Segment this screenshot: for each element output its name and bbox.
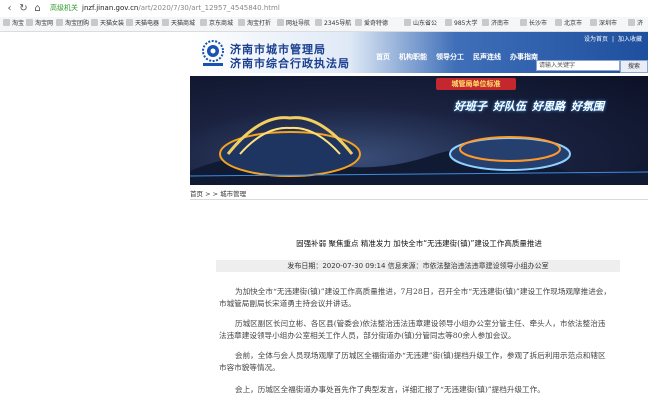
- banner-ribbon: 城管局单位标准: [436, 78, 516, 90]
- page-icon: [555, 19, 562, 26]
- page-icon: [404, 19, 411, 26]
- bookmark-item[interactable]: 天猫电器: [126, 19, 159, 29]
- bookmark-item[interactable]: 北京市: [555, 19, 582, 29]
- bookmark-item[interactable]: 爱奇特德: [355, 19, 388, 29]
- page-icon: [56, 19, 63, 26]
- page-icon: [238, 19, 245, 26]
- web-page: 济南市城市管理局 济南市综合行政执法局 设为首页 | 加入收藏 首页 机构职能 领导分工…: [190, 32, 648, 416]
- bookmark-item[interactable]: 深圳市: [590, 19, 617, 29]
- bookmark-item[interactable]: 天猫商城: [162, 19, 195, 29]
- page-icon: [315, 19, 322, 26]
- bookmark-item[interactable]: 淘宝团购: [56, 19, 89, 29]
- page-icon: [126, 19, 133, 26]
- bookmark-item[interactable]: 济南市: [482, 19, 509, 29]
- add-favorite-link[interactable]: 加入收藏: [618, 36, 642, 43]
- nav-service-guide[interactable]: 办事指南: [510, 53, 538, 61]
- slogan-item: 好氛围: [571, 100, 604, 113]
- page-icon: [200, 19, 207, 26]
- page-icon: [162, 19, 169, 26]
- top-links: 设为首页 | 加入收藏: [583, 36, 642, 43]
- refresh-icon[interactable]: ↻: [18, 3, 29, 14]
- bookmark-item[interactable]: 淘宝: [3, 19, 24, 29]
- page-icon: [91, 19, 98, 26]
- nav-leaders[interactable]: 领导分工: [436, 53, 464, 61]
- article-paragraph: 会上，历城区全福街道办事处首先作了典型发言，详细汇报了“无违建街(镇)”提档升级…: [235, 385, 545, 394]
- bookmarks-bar: 淘宝 淘宝网 淘宝团购 天猫女装 天猫电器 天猫商城 京东商城 淘宝打折 网址导…: [0, 17, 648, 32]
- page-margin: [0, 32, 190, 416]
- url-path: /art/2020/7/30/art_12957_4545840.html: [138, 4, 280, 12]
- main-nav: 首页 机构职能 领导分工 民声连线 办事指南: [376, 52, 547, 62]
- security-badge: 高级机关: [50, 4, 78, 12]
- page-icon: [628, 19, 635, 26]
- city-emblem-icon: [202, 40, 224, 66]
- article-paragraph: 历城区副区长闫立彬、各区县(管委会)依法整治违法违章建设领导小组办公室分管主任、…: [219, 319, 606, 340]
- banner-slogans: 好班子 好队伍 好思路 好氛围: [454, 98, 610, 114]
- bookmark-item[interactable]: 京东商城: [200, 19, 233, 29]
- search-button[interactable]: 搜索: [620, 60, 648, 73]
- url-field[interactable]: 高级机关 jnzf.jinan.gov.cn/art/2020/7/30/art_…: [50, 3, 280, 14]
- article-meta: 发布日期：2020-07-30 09:14 信息来源：市依法整治违法违章建设领导…: [216, 260, 620, 272]
- bookmark-item[interactable]: 2345导航: [315, 19, 351, 29]
- set-homepage-link[interactable]: 设为首页: [584, 36, 608, 43]
- bookmark-item[interactable]: 山东省公: [404, 19, 437, 29]
- page-icon: [26, 19, 33, 26]
- article-paragraph: 会前，全体与会人员现场观摩了历城区全福街道办“无违建”街(镇)提档升级工作，参观…: [219, 351, 606, 372]
- bookmark-item[interactable]: 长沙市: [520, 19, 547, 29]
- hero-banner: 城管局单位标准 好班子 好队伍 好思路 好氛围: [190, 76, 648, 185]
- page-icon: [482, 19, 489, 26]
- nav-public-voice[interactable]: 民声连线: [473, 53, 501, 61]
- page-icon: [520, 19, 527, 26]
- article-paragraph: 为加快全市“无违建街(镇)”建设工作高质量推进，7月28日，召开全市“无违建街(…: [219, 287, 611, 308]
- breadcrumb[interactable]: 首页 > > 城市管理: [190, 189, 648, 200]
- page-icon: [277, 19, 284, 26]
- nav-home[interactable]: 首页: [376, 53, 390, 61]
- home-icon[interactable]: ⌂: [32, 3, 43, 14]
- url-host: jnzf.jinan.gov.cn: [82, 4, 139, 12]
- bookmark-item[interactable]: 济: [628, 19, 643, 29]
- page-icon: [445, 19, 452, 26]
- bookmark-item[interactable]: 淘宝打折: [238, 19, 271, 29]
- bookmark-item[interactable]: 淘宝网: [26, 19, 53, 29]
- back-icon[interactable]: ‹: [4, 3, 15, 14]
- address-bar: ‹ ↻ ⌂ 高级机关 jnzf.jinan.gov.cn/art/2020/7/3…: [0, 0, 648, 18]
- stadium-skyline-image: [190, 116, 648, 185]
- page-icon: [355, 19, 362, 26]
- site-title-line2: 济南市综合行政执法局: [230, 57, 350, 70]
- slogan-item: 好思路: [532, 100, 565, 113]
- bookmark-item[interactable]: 985大学: [445, 19, 477, 29]
- bookmark-item[interactable]: 天猫女装: [91, 19, 124, 29]
- page-icon: [590, 19, 597, 26]
- nav-functions[interactable]: 机构职能: [399, 53, 427, 61]
- bookmark-item[interactable]: 网址导航: [277, 19, 310, 29]
- slogan-item: 好队伍: [493, 100, 526, 113]
- article-title: 固强补弱 聚焦重点 精准发力 加快全市“无违建街(镇)”建设工作高质量推进: [296, 239, 542, 248]
- page-icon: [3, 19, 10, 26]
- site-header: 济南市城市管理局 济南市综合行政执法局 设为首页 | 加入收藏 首页 机构职能 领导分工…: [190, 32, 648, 73]
- slogan-item: 好班子: [454, 100, 487, 113]
- search-input[interactable]: 请输入关键字: [536, 60, 620, 71]
